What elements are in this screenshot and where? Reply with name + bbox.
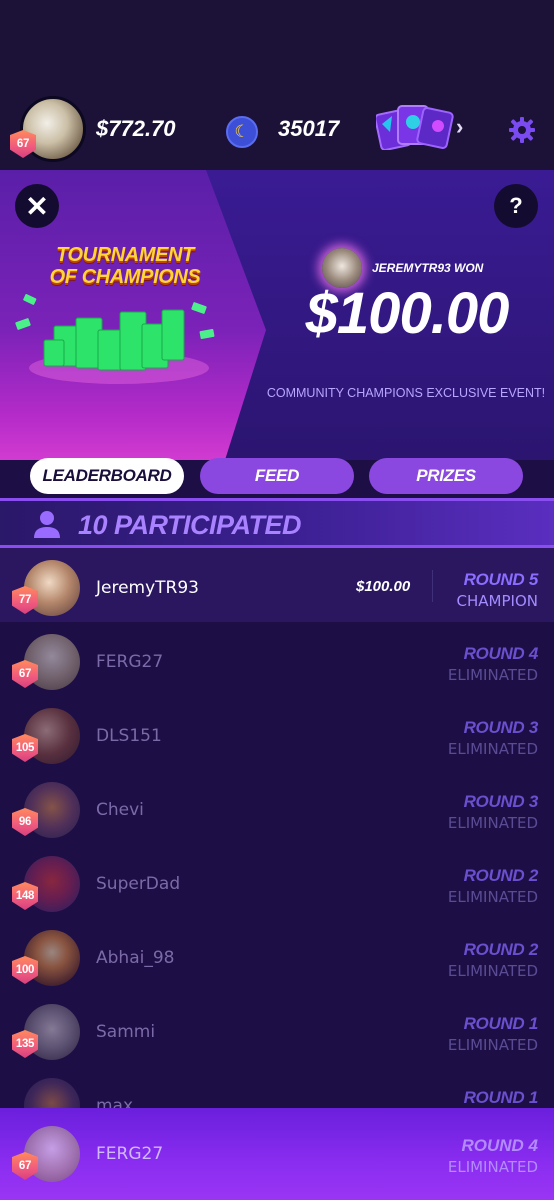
player-name: FERG27 (96, 652, 164, 672)
avatar (24, 1078, 80, 1108)
table-row[interactable]: 67 FERG27 ROUND 4 ELIMINATED (0, 622, 554, 696)
top-bar: 67 $772.70 ☾ 35017 › (0, 92, 554, 170)
player-name: Chevi (96, 800, 144, 820)
tournament-title-line2: OF CHAMPIONS (49, 266, 201, 288)
player-name: SuperDad (96, 874, 181, 894)
tournament-banner: ✕ ? TOURNAMENT OF CHAMPIONS JEREMYTR93 W… (0, 170, 554, 460)
round-reached: ROUND 5 (463, 570, 539, 589)
gear-icon[interactable] (508, 116, 536, 144)
table-row[interactable]: 96 Chevi ROUND 3 ELIMINATED (0, 770, 554, 844)
current-user-row[interactable]: 67 FERG27 ROUND 4 ELIMINATED (0, 1108, 554, 1200)
round-reached: ROUND 3 (463, 718, 539, 737)
person-icon (34, 511, 60, 538)
row-divider (432, 570, 433, 602)
player-status: CHAMPION (456, 592, 538, 610)
chevron-right-icon[interactable]: › (456, 114, 463, 140)
coin-count: 35017 (278, 116, 340, 141)
leaderboard-list: 77 JeremyTR93 $100.00 ROUND 5 CHAMPION 6… (0, 548, 554, 1108)
round-reached: ROUND 1 (463, 1014, 539, 1033)
player-name: FERG27 (96, 1144, 164, 1164)
player-name: max (96, 1096, 134, 1108)
cash-stack-illustration (15, 294, 215, 384)
player-status: ELIMINATED (447, 666, 538, 684)
help-button[interactable]: ? (494, 184, 538, 228)
table-row[interactable]: 100 Abhai_98 ROUND 2 ELIMINATED (0, 918, 554, 992)
tab-prizes[interactable]: PRIZES (369, 458, 523, 494)
player-status: ELIMINATED (447, 962, 538, 980)
table-row[interactable]: 148 SuperDad ROUND 2 ELIMINATED (0, 844, 554, 918)
player-status: ELIMINATED (447, 814, 538, 832)
cards-icon[interactable] (376, 102, 456, 150)
round-reached: ROUND 1 (463, 1088, 539, 1107)
player-name: JeremyTR93 (96, 578, 199, 598)
table-row[interactable]: 77 JeremyTR93 $100.00 ROUND 5 CHAMPION (0, 548, 554, 622)
tournament-title: TOURNAMENT OF CHAMPIONS (30, 244, 220, 288)
round-reached: ROUND 2 (463, 940, 539, 959)
player-status: ELIMINATED (447, 888, 538, 906)
tournament-title-line1: TOURNAMENT (56, 244, 194, 266)
round-reached: ROUND 3 (463, 792, 539, 811)
round-reached: ROUND 4 (461, 1136, 538, 1155)
table-row[interactable]: max ROUND 1 (0, 1066, 554, 1108)
player-name: Sammi (96, 1022, 156, 1042)
player-status: ELIMINATED (447, 1158, 538, 1176)
round-reached: ROUND 4 (463, 644, 539, 663)
player-status: ELIMINATED (447, 1036, 538, 1054)
table-row[interactable]: 105 DLS151 ROUND 3 ELIMINATED (0, 696, 554, 770)
participants-header: 10 PARTICIPATED (0, 498, 554, 548)
participants-count: 10 PARTICIPATED (78, 510, 302, 540)
tab-leaderboard[interactable]: LEADERBOARD (30, 458, 184, 494)
tab-bar: LEADERBOARD FEED PRIZES (0, 455, 554, 501)
prize-won: $100.00 (356, 578, 411, 595)
prize-amount: $100.00 (305, 281, 510, 346)
round-reached: ROUND 2 (463, 866, 539, 885)
player-name: DLS151 (96, 726, 162, 746)
balance-amount: $772.70 (96, 116, 176, 141)
player-name: Abhai_98 (96, 948, 175, 968)
moon-coin-icon: ☾ (226, 116, 258, 148)
tab-feed[interactable]: FEED (200, 458, 354, 494)
close-button[interactable]: ✕ (15, 184, 59, 228)
event-description: COMMUNITY CHAMPIONS EXCLUSIVE EVENT! (266, 386, 546, 400)
player-status: ELIMINATED (447, 740, 538, 758)
winner-text: JEREMYTR93 WON (372, 261, 484, 275)
table-row[interactable]: 135 Sammi ROUND 1 ELIMINATED (0, 992, 554, 1066)
